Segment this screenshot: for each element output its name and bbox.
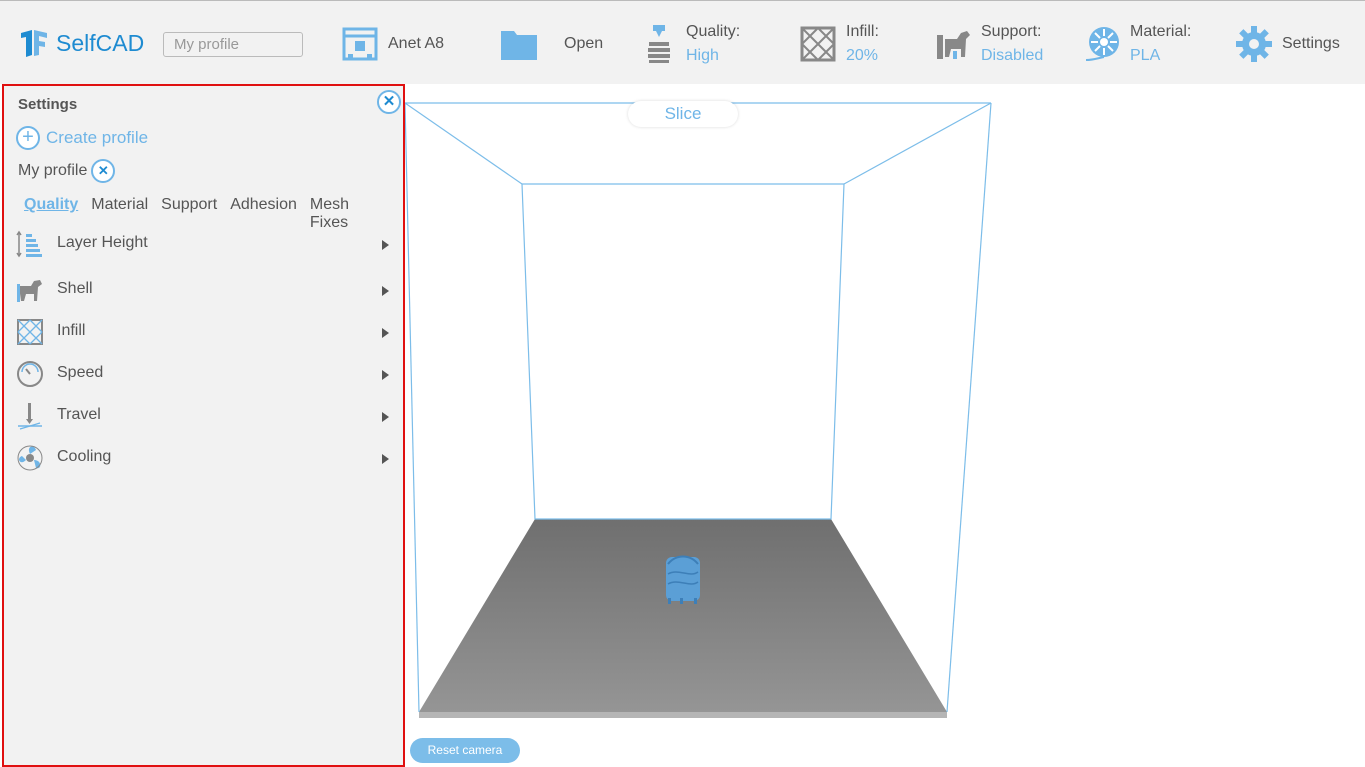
- quality-icon: [648, 25, 670, 63]
- tab-adhesion[interactable]: Adhesion: [230, 196, 297, 232]
- tab-mesh-fixes[interactable]: Mesh Fixes: [310, 196, 390, 232]
- support-button[interactable]: Support: Disabled: [935, 19, 1043, 69]
- close-panel-button[interactable]: ✕: [377, 90, 401, 114]
- quality-text: Quality: High: [686, 20, 740, 68]
- infill-text: Infill: 20%: [846, 20, 879, 68]
- settings-panel-title: Settings: [18, 96, 78, 113]
- infill-key: Infill:: [846, 23, 879, 40]
- speed-icon: [17, 361, 43, 387]
- setting-label: Layer Height: [57, 234, 148, 251]
- setting-layer-height[interactable]: Layer Height: [4, 228, 403, 274]
- quality-value: High: [686, 47, 719, 64]
- top-toolbar: SelfCAD Anet A8 Open: [0, 0, 1365, 84]
- printer-button[interactable]: Anet A8: [342, 19, 444, 69]
- infill-value: 20%: [846, 47, 879, 64]
- tab-support[interactable]: Support: [161, 196, 217, 232]
- settings-list: Layer Height Shell Infill Speed Travel C…: [4, 228, 403, 484]
- support-key: Support:: [981, 23, 1042, 40]
- setting-shell[interactable]: Shell: [4, 274, 403, 316]
- current-profile: My profile ✕: [18, 159, 116, 183]
- setting-label: Infill: [57, 322, 86, 339]
- printed-model: [666, 555, 700, 604]
- settings-tabs: Quality Material Support Adhesion Mesh F…: [24, 196, 403, 232]
- material-text: Material: PLA: [1130, 20, 1191, 68]
- create-profile-button[interactable]: + Create profile: [16, 126, 148, 150]
- chevron-right-icon: [382, 454, 389, 464]
- selfcad-logo[interactable]: SelfCAD: [18, 27, 144, 59]
- slice-button[interactable]: Slice: [628, 101, 738, 127]
- setting-cooling[interactable]: Cooling: [4, 442, 403, 484]
- build-plate: [419, 519, 947, 712]
- setting-label: Cooling: [57, 448, 112, 465]
- selfcad-logo-icon: [21, 30, 47, 57]
- reset-camera-button[interactable]: Reset camera: [410, 738, 520, 763]
- logo-text: SelfCAD: [56, 30, 144, 57]
- shell-icon: [17, 280, 42, 302]
- infill-icon: [17, 319, 43, 345]
- travel-icon: [18, 403, 42, 430]
- plus-circle-icon: +: [16, 126, 40, 150]
- current-profile-name: My profile: [18, 162, 88, 179]
- layer-height-icon: [16, 230, 42, 258]
- tab-quality[interactable]: Quality: [24, 196, 78, 232]
- setting-label: Travel: [57, 406, 101, 423]
- setting-label: Shell: [57, 280, 93, 297]
- settings-button[interactable]: Settings: [1236, 19, 1340, 69]
- infill-icon: [800, 26, 836, 62]
- support-icon: [937, 31, 970, 59]
- close-icon: ✕: [382, 93, 396, 110]
- chevron-right-icon: [382, 370, 389, 380]
- support-text: Support: Disabled: [981, 20, 1043, 68]
- chevron-right-icon: [382, 328, 389, 338]
- close-icon: ✕: [97, 163, 109, 178]
- setting-label: Speed: [57, 364, 104, 381]
- infill-button[interactable]: Infill: 20%: [800, 19, 879, 69]
- material-key: Material:: [1130, 23, 1192, 40]
- printer-label: Anet A8: [388, 35, 445, 52]
- create-profile-label: Create profile: [46, 128, 149, 147]
- chevron-right-icon: [382, 240, 389, 250]
- chevron-right-icon: [382, 412, 389, 422]
- material-icon: [1085, 27, 1119, 61]
- material-button[interactable]: Material: PLA: [1084, 19, 1191, 69]
- open-button[interactable]: Open: [500, 19, 603, 69]
- gear-icon: [1236, 26, 1272, 62]
- delete-profile-button[interactable]: ✕: [91, 159, 116, 183]
- profile-name-input[interactable]: [163, 32, 303, 57]
- quality-key: Quality:: [686, 23, 741, 40]
- support-value: Disabled: [981, 47, 1044, 64]
- logo-text-suffix: CAD: [95, 29, 145, 56]
- setting-speed[interactable]: Speed: [4, 358, 403, 400]
- setting-infill[interactable]: Infill: [4, 316, 403, 358]
- tab-material[interactable]: Material: [91, 196, 148, 232]
- quality-button[interactable]: Quality: High: [644, 19, 740, 69]
- printer-icon: [342, 27, 378, 61]
- open-label: Open: [564, 35, 604, 52]
- selfcad-slicer-app: SelfCAD Anet A8 Open: [0, 0, 1365, 767]
- build-plate-edge: [419, 712, 947, 718]
- settings-panel: Settings ✕ + Create profile My profile ✕…: [2, 84, 405, 767]
- folder-icon: [501, 31, 537, 60]
- settings-label: Settings: [1282, 35, 1340, 52]
- setting-travel[interactable]: Travel: [4, 400, 403, 442]
- material-value: PLA: [1130, 47, 1161, 64]
- logo-text-prefix: Self: [56, 29, 96, 56]
- cooling-icon: [17, 445, 43, 471]
- chevron-right-icon: [382, 286, 389, 296]
